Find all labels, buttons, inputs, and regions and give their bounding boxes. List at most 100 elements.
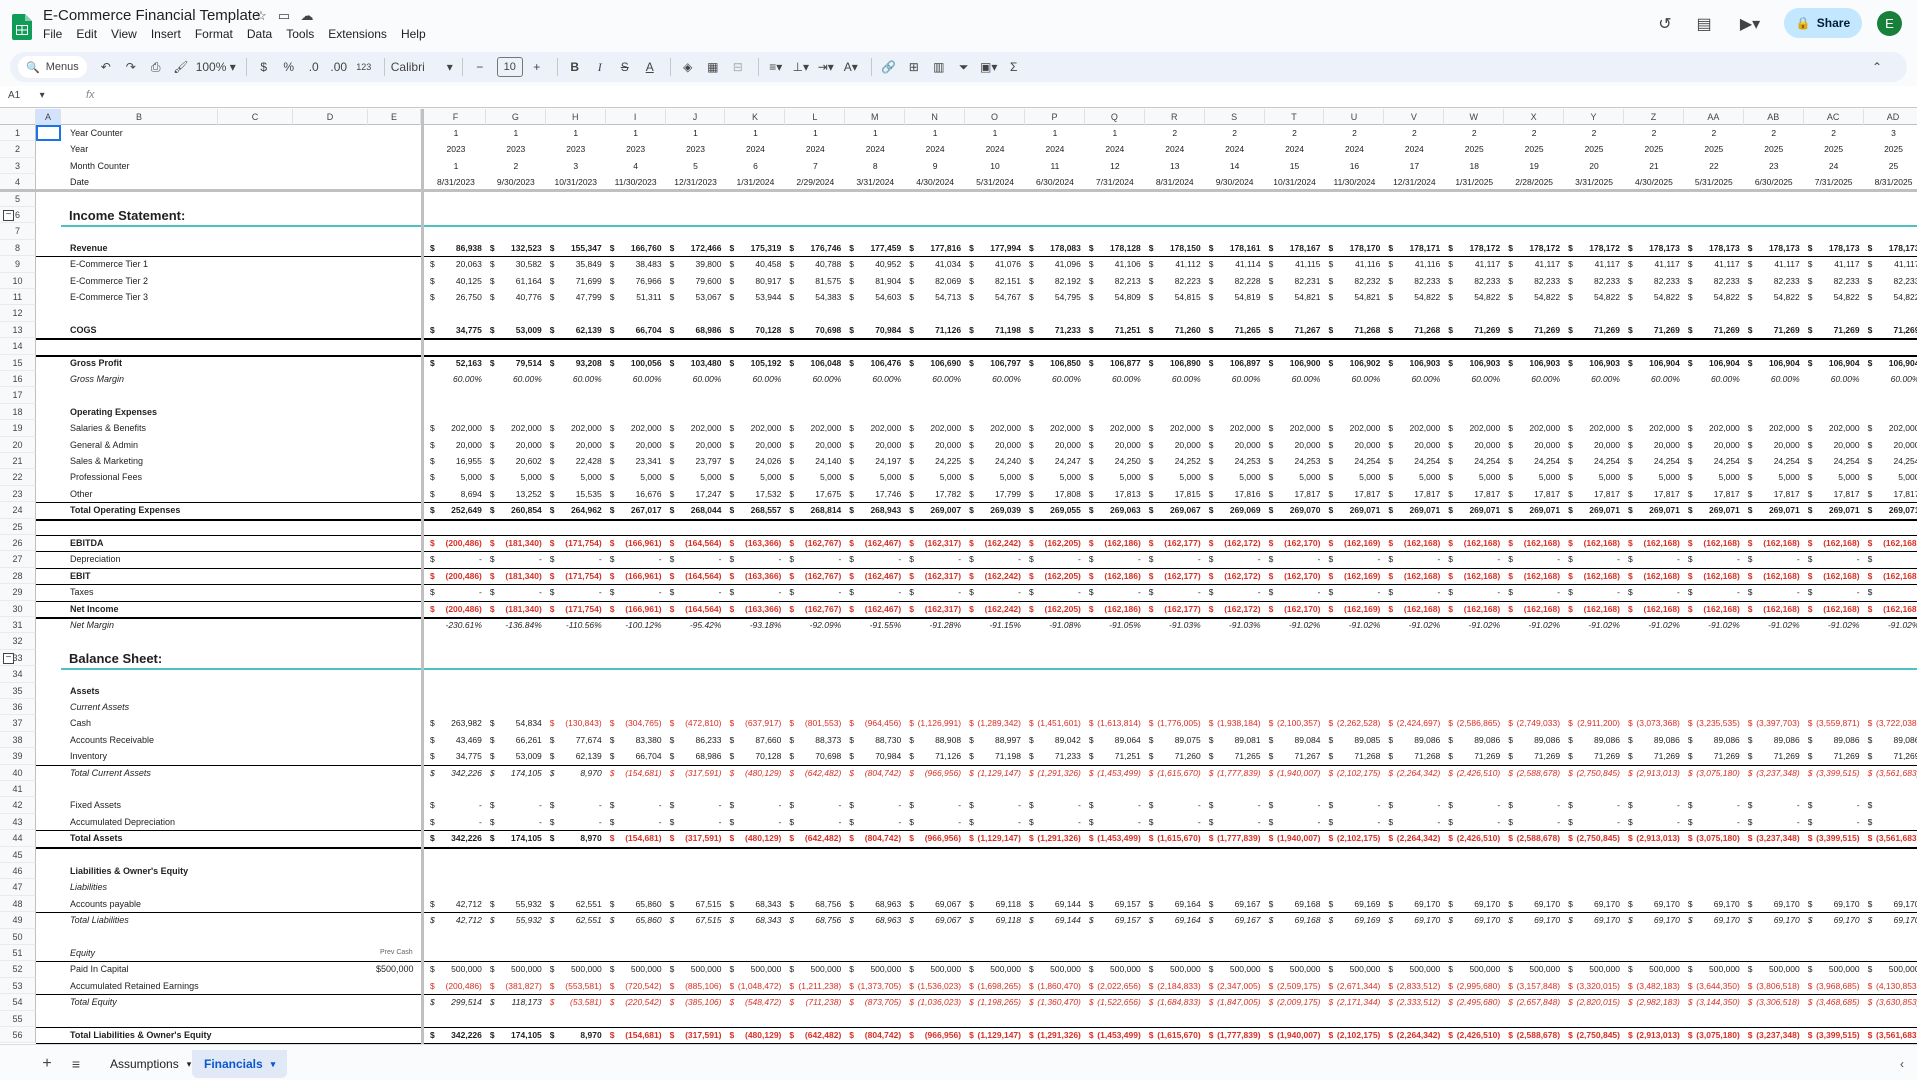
cell-value[interactable]: 71,126 [905, 751, 961, 761]
cell-value[interactable]: 24,253 [1205, 456, 1261, 466]
cell-value[interactable]: (1,615,670) [1145, 1030, 1200, 1040]
cell-value[interactable]: 269,071 [1804, 505, 1860, 515]
cell-value[interactable]: 60.00% [726, 374, 782, 384]
cell-value[interactable]: 106,850 [1025, 358, 1081, 368]
cell-value[interactable]: 69,170 [1384, 899, 1440, 909]
cell-value[interactable]: (3,630,853) [1864, 997, 1917, 1007]
cell-value[interactable]: 71,251 [1085, 325, 1141, 335]
cell-value[interactable]: 20,000 [785, 440, 841, 450]
cell-value[interactable]: - [1564, 817, 1620, 827]
cell-value[interactable]: 20,000 [1145, 440, 1201, 450]
cell-value[interactable]: 41,117 [1564, 259, 1620, 269]
cell-value[interactable]: (162,168) [1684, 604, 1739, 614]
column-header-k[interactable]: K [726, 109, 786, 125]
cell-value[interactable]: 20,000 [1684, 440, 1740, 450]
column-header-e[interactable]: E [368, 109, 421, 125]
cell-value[interactable]: 54,713 [905, 292, 961, 302]
cell-value[interactable]: - [1325, 800, 1381, 810]
cell-value[interactable]: (1,938,184) [1205, 718, 1260, 728]
cell-value[interactable]: 20,602 [486, 456, 542, 466]
cell-value[interactable]: 68,963 [845, 915, 901, 925]
cell-value[interactable]: 177,816 [905, 243, 961, 253]
cell-value[interactable]: 60.00% [1864, 374, 1917, 384]
cell-value[interactable]: 89,085 [1325, 735, 1380, 745]
cell-value[interactable]: 60.00% [1384, 374, 1440, 384]
cell-value[interactable]: - [1504, 554, 1560, 564]
cell-value[interactable]: (1,615,670) [1145, 833, 1200, 843]
cell-value[interactable]: (3,237,348) [1744, 833, 1799, 843]
cell-value[interactable]: 70,984 [845, 751, 901, 761]
cell-value[interactable]: 174,105 [486, 833, 542, 843]
cell-value[interactable]: 178,171 [1384, 243, 1441, 253]
cell-value[interactable]: (2,495,680) [1444, 997, 1500, 1007]
cell-value[interactable]: 269,007 [905, 505, 961, 515]
cell-value[interactable]: 54,795 [1025, 292, 1081, 302]
cell-value[interactable]: 71,269 [1744, 325, 1800, 335]
cell-value[interactable]: 62,551 [546, 899, 602, 909]
cell-value[interactable]: 202,000 [726, 423, 782, 433]
column-header-y[interactable]: Y [1564, 109, 1624, 125]
cell-value[interactable]: 106,904 [1804, 358, 1860, 368]
row-header[interactable]: 46 [0, 863, 36, 880]
italic-icon[interactable]: I [589, 56, 611, 78]
cell-value[interactable]: -91.02% [1325, 620, 1381, 630]
cell-value[interactable]: (162,168) [1384, 604, 1440, 614]
cell-value[interactable]: (1,522,656) [1085, 997, 1140, 1007]
cell-value[interactable]: 60.00% [1684, 374, 1740, 384]
cell-value[interactable]: 106,797 [965, 358, 1021, 368]
cell-value[interactable]: 202,000 [1504, 423, 1560, 433]
cell-value[interactable]: 202,000 [1564, 423, 1620, 433]
column-header-s[interactable]: S [1205, 109, 1265, 125]
cell-value[interactable]: (1,453,499) [1085, 768, 1140, 778]
cell-value[interactable]: - [1624, 587, 1680, 597]
cell-value[interactable]: 66,704 [606, 325, 662, 335]
row-header[interactable]: 22 [0, 469, 36, 486]
cell-value[interactable]: 269,071 [1624, 505, 1680, 515]
cell-value[interactable]: 24,254 [1444, 456, 1500, 466]
cell-value[interactable]: (162,186) [1085, 604, 1140, 614]
cell-value[interactable]: 20,000 [1085, 440, 1141, 450]
cell-value[interactable]: - [1804, 800, 1860, 810]
cell-value[interactable]: 54,809 [1085, 292, 1141, 302]
cell-value[interactable]: 269,071 [1684, 505, 1740, 515]
cell-value[interactable]: -95.42% [666, 620, 722, 630]
cell-value[interactable]: 269,071 [1504, 505, 1560, 515]
cell-value[interactable]: 342,226 [426, 1030, 482, 1040]
cell-value[interactable]: 82,231 [1265, 276, 1320, 286]
cell-value[interactable]: 82,233 [1444, 276, 1500, 286]
row-header[interactable]: 49 [0, 912, 36, 929]
cell-value[interactable]: 100,056 [606, 358, 662, 368]
cell-value[interactable]: 166,760 [606, 243, 662, 253]
cell-value[interactable]: 269,071 [1864, 505, 1917, 515]
cell-value[interactable]: (1,289,342) [965, 718, 1021, 728]
cell-value[interactable]: 81,575 [785, 276, 841, 286]
cell-value[interactable]: 65,860 [606, 899, 662, 909]
cell-value[interactable]: 5,000 [606, 472, 661, 482]
cell-value[interactable]: (162,168) [1504, 538, 1560, 548]
cell-value[interactable]: - [1085, 587, 1141, 597]
row-header[interactable]: 40 [0, 764, 36, 781]
cell-value[interactable]: - [905, 817, 961, 827]
cell-value[interactable]: (162,168) [1864, 604, 1917, 614]
cell-value[interactable]: 174,105 [486, 1030, 542, 1040]
cell-value[interactable]: 103,480 [666, 358, 722, 368]
column-header-a[interactable]: A [36, 109, 61, 125]
cell-value[interactable]: (162,177) [1145, 571, 1200, 581]
row-header[interactable]: 45 [0, 846, 36, 863]
cell-value[interactable]: -91.02% [1444, 620, 1501, 630]
cell-value[interactable]: - [1504, 800, 1560, 810]
cell-value[interactable]: - [1384, 554, 1440, 564]
cell-value[interactable]: (162,317) [905, 604, 961, 614]
row-header[interactable]: 18 [0, 403, 36, 421]
chevron-down-icon[interactable]: ▾ [187, 1059, 192, 1070]
cell-value[interactable]: 69,170 [1804, 915, 1860, 925]
cell-value[interactable]: (3,306,518) [1744, 997, 1799, 1007]
column-header-c[interactable]: C [218, 109, 293, 125]
balance-sheet-title-collapse-icon[interactable]: − [3, 652, 14, 664]
cell-value[interactable]: 71,198 [965, 325, 1021, 335]
cell-value[interactable]: - [1744, 817, 1800, 827]
cell-value[interactable]: (162,767) [785, 604, 841, 614]
cell-value[interactable]: (162,186) [1085, 571, 1140, 581]
cell-value[interactable]: 24,240 [965, 456, 1021, 466]
cell-value[interactable]: (166,961) [606, 538, 661, 548]
